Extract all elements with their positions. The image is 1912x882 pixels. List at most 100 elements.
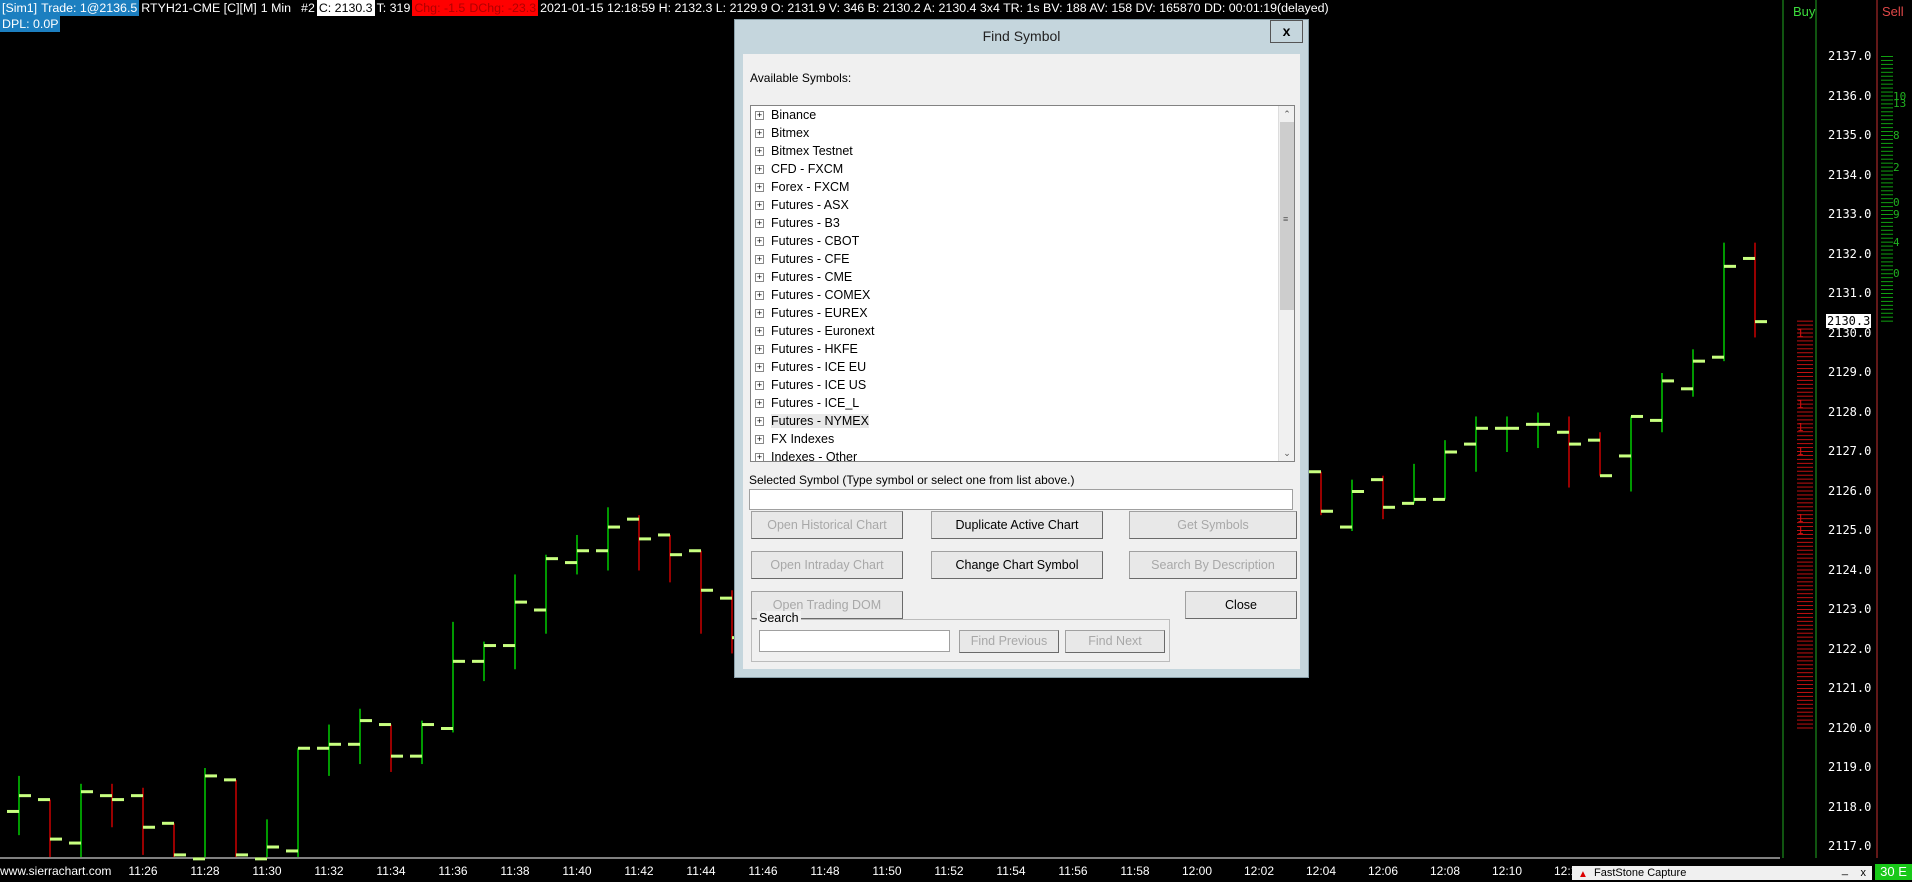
faststone-capture-window[interactable]: ▲ FastStone Capture _ x bbox=[1572, 863, 1872, 880]
sell-ladder-mark bbox=[1881, 312, 1893, 314]
symbol-tree-item[interactable]: + Futures - NYMEX bbox=[751, 412, 1294, 430]
faststone-minimize-button[interactable]: _ bbox=[1842, 863, 1848, 877]
symbol-tree-item[interactable]: + Futures - ASX bbox=[751, 196, 1294, 214]
scroll-down-icon[interactable]: ⌄ bbox=[1279, 445, 1294, 461]
buy-ladder-mark bbox=[1797, 601, 1813, 603]
symbol-tree-item[interactable]: + Futures - ICE US bbox=[751, 376, 1294, 394]
expand-plus-icon[interactable]: + bbox=[755, 453, 764, 461]
ohlc-bar-open bbox=[410, 754, 422, 758]
symbol-tree-item[interactable]: + Futures - COMEX bbox=[751, 286, 1294, 304]
open-historical-chart-button[interactable]: Open Historical Chart bbox=[751, 511, 903, 539]
symbol-tree-item[interactable]: + Futures - CFE bbox=[751, 250, 1294, 268]
sell-column-header[interactable]: Sell bbox=[1882, 4, 1904, 19]
sell-ladder-mark bbox=[1881, 75, 1893, 77]
symbol-tree-scrollbar[interactable]: ⌃ ≡ ⌄ bbox=[1278, 106, 1294, 461]
ohlc-bar-close bbox=[267, 845, 279, 849]
buy-ladder-mark bbox=[1797, 356, 1813, 358]
symbol-tree-item[interactable]: + Futures - ICE_L bbox=[751, 394, 1294, 412]
expand-plus-icon[interactable]: + bbox=[755, 363, 764, 372]
buy-column-header[interactable]: Buy bbox=[1793, 4, 1815, 19]
ohlc-bar-open bbox=[534, 608, 546, 612]
expand-plus-icon[interactable]: + bbox=[755, 381, 764, 390]
ohlc-bar-close bbox=[112, 798, 124, 802]
price-tick-label: 2131.0 bbox=[1828, 286, 1872, 300]
expand-plus-icon[interactable]: + bbox=[755, 417, 764, 426]
symbol-tree-item[interactable]: + Bitmex Testnet bbox=[751, 142, 1294, 160]
sierrachart-link[interactable]: www.sierrachart.com bbox=[0, 864, 111, 878]
dialog-close-button[interactable]: x bbox=[1270, 20, 1303, 43]
time-tick-label: 11:28 bbox=[190, 864, 220, 878]
symbol-tree-item[interactable]: + Futures - CBOT bbox=[751, 232, 1294, 250]
sell-ladder-mark bbox=[1881, 249, 1893, 251]
expand-plus-icon[interactable]: + bbox=[755, 147, 764, 156]
expand-plus-icon[interactable]: + bbox=[755, 129, 764, 138]
price-tick-label: 2136.0 bbox=[1828, 88, 1872, 103]
symbol-tree-item[interactable]: + Futures - CME bbox=[751, 268, 1294, 286]
symbol-tree-item[interactable]: + Forex - FXCM bbox=[751, 178, 1294, 196]
expand-plus-icon[interactable]: + bbox=[755, 291, 764, 300]
selected-symbol-input[interactable] bbox=[749, 489, 1293, 510]
ohlc-bar-close bbox=[81, 790, 93, 794]
change-chart-symbol-button[interactable]: Change Chart Symbol bbox=[931, 551, 1103, 579]
ohlc-bar-close bbox=[1383, 505, 1395, 509]
available-symbols-label: Available Symbols: bbox=[750, 71, 852, 85]
sell-ladder-mark bbox=[1881, 237, 1893, 239]
buy-ladder-mark bbox=[1797, 589, 1813, 591]
ohlc-bar-close bbox=[546, 557, 558, 561]
search-input[interactable] bbox=[759, 630, 950, 652]
symbol-tree-item[interactable]: + Futures - HKFE bbox=[751, 340, 1294, 358]
ohlc-bar-close bbox=[453, 659, 465, 663]
scroll-up-icon[interactable]: ⌃ bbox=[1279, 106, 1294, 122]
sell-ladder-mark bbox=[1881, 83, 1893, 85]
expand-plus-icon[interactable]: + bbox=[755, 219, 764, 228]
buy-ladder-mark bbox=[1797, 581, 1813, 583]
expand-plus-icon[interactable]: + bbox=[755, 237, 764, 246]
find-next-button[interactable]: Find Next bbox=[1065, 630, 1165, 653]
expand-plus-icon[interactable]: + bbox=[755, 183, 764, 192]
symbol-tree-item[interactable]: + CFD - FXCM bbox=[751, 160, 1294, 178]
price-tick-label: 2127.0 bbox=[1828, 444, 1872, 458]
time-tick-label: 11:52 bbox=[934, 864, 964, 878]
expand-plus-icon[interactable]: + bbox=[755, 165, 764, 174]
symbol-tree-item[interactable]: + Futures - ICE EU bbox=[751, 358, 1294, 376]
symbol-tree[interactable]: + Binance + Bitmex + Bitmex Testnet + CFD - FXC… bbox=[750, 105, 1295, 462]
expand-plus-icon[interactable]: + bbox=[755, 273, 764, 282]
buy-ladder-mark bbox=[1797, 624, 1813, 626]
duplicate-active-chart-button[interactable]: Duplicate Active Chart bbox=[931, 511, 1103, 539]
close-button[interactable]: Close bbox=[1185, 591, 1297, 619]
ohlc-bar-open bbox=[565, 561, 577, 565]
buy-ladder-mark bbox=[1797, 727, 1813, 729]
buy-ladder-mark bbox=[1797, 636, 1813, 638]
buy-ladder-mark bbox=[1797, 691, 1813, 693]
symbol-tree-item[interactable]: + Bitmex bbox=[751, 124, 1294, 142]
buy-volume-number: 1 bbox=[1797, 445, 1804, 458]
find-previous-button[interactable]: Find Previous bbox=[959, 630, 1059, 653]
sell-ladder-mark bbox=[1881, 111, 1893, 113]
buy-ladder-mark bbox=[1797, 348, 1813, 350]
symbol-tree-item[interactable]: + Indexes - Other bbox=[751, 448, 1294, 461]
open-intraday-chart-button[interactable]: Open Intraday Chart bbox=[751, 551, 903, 579]
expand-plus-icon[interactable]: + bbox=[755, 399, 764, 408]
symbol-tree-item-label: Futures - NYMEX bbox=[771, 414, 869, 428]
faststone-close-button[interactable]: x bbox=[1861, 866, 1867, 880]
expand-plus-icon[interactable]: + bbox=[755, 111, 764, 120]
symbol-tree-item[interactable]: + Futures - Euronext bbox=[751, 322, 1294, 340]
expand-plus-icon[interactable]: + bbox=[755, 201, 764, 210]
sell-ladder-mark bbox=[1881, 59, 1893, 61]
symbol-tree-item[interactable]: + Futures - EUREX bbox=[751, 304, 1294, 322]
expand-plus-icon[interactable]: + bbox=[755, 309, 764, 318]
search-by-description-button[interactable]: Search By Description bbox=[1129, 551, 1297, 579]
expand-plus-icon[interactable]: + bbox=[755, 435, 764, 444]
expand-plus-icon[interactable]: + bbox=[755, 327, 764, 336]
price-tick-label: 2129.0 bbox=[1828, 365, 1872, 379]
expand-plus-icon[interactable]: + bbox=[755, 255, 764, 264]
symbol-tree-item[interactable]: + Binance bbox=[751, 106, 1294, 124]
sell-ladder-mark bbox=[1881, 289, 1893, 291]
symbol-tree-item[interactable]: + FX Indexes bbox=[751, 430, 1294, 448]
buy-ladder-mark bbox=[1797, 462, 1813, 464]
scroll-thumb[interactable]: ≡ bbox=[1280, 122, 1294, 310]
expand-plus-icon[interactable]: + bbox=[755, 345, 764, 354]
get-symbols-button[interactable]: Get Symbols bbox=[1129, 511, 1297, 539]
time-tick-label: 11:32 bbox=[314, 864, 344, 878]
symbol-tree-item[interactable]: + Futures - B3 bbox=[751, 214, 1294, 232]
